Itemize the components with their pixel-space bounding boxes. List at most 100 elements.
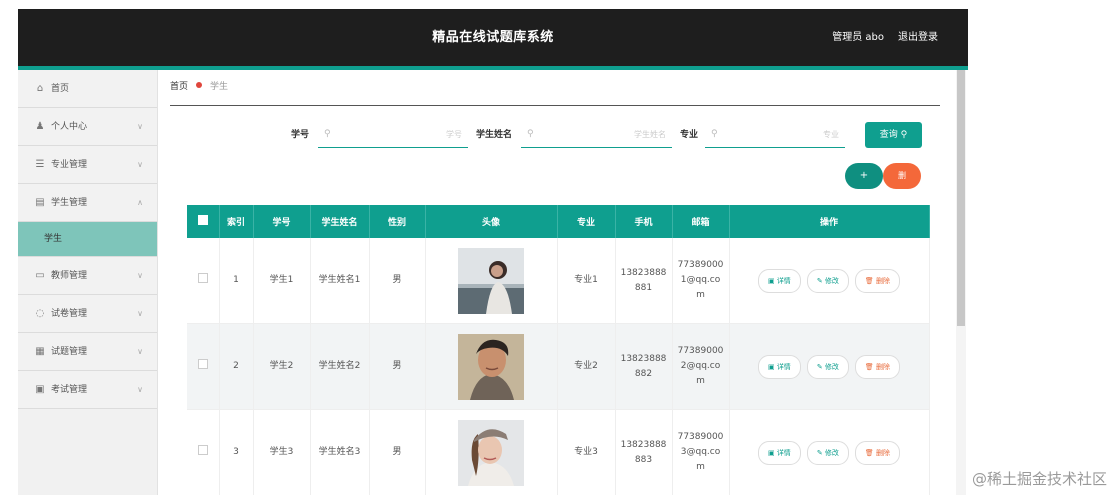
column-header: 邮箱 <box>672 205 730 238</box>
user-icon: ♟ <box>35 121 45 132</box>
delete-button[interactable]: 🗑 删除 <box>854 440 901 465</box>
add-button[interactable]: + <box>845 163 883 189</box>
select-all-header[interactable] <box>187 205 220 238</box>
sidebar-item-question-management[interactable]: ▦ 试题管理 ∨ <box>18 333 157 371</box>
cell-phone: 13823888 881 <box>615 238 673 324</box>
major-search-input[interactable]: ⚲ 专业 <box>705 122 845 148</box>
app-title: 精品在线试题库系统 <box>432 30 554 45</box>
chevron-down-icon: ∨ <box>137 309 143 318</box>
detail-button[interactable]: ▣ 详情 <box>757 268 801 293</box>
delete-button[interactable]: 🗑 删除 <box>854 268 901 293</box>
sidebar-item-personal-center[interactable]: ♟ 个人中心 ∨ <box>18 108 157 146</box>
scrollbar-thumb[interactable] <box>957 70 965 326</box>
vertical-scrollbar[interactable] <box>956 70 966 495</box>
delete-button-label: 删除 <box>876 276 891 285</box>
cell-index: 2 <box>219 323 254 410</box>
detail-button-label: 详情 <box>776 448 791 457</box>
row-checkbox[interactable] <box>197 272 208 283</box>
row-select-cell <box>187 323 220 410</box>
delete-button[interactable]: 🗑 删除 <box>854 354 901 379</box>
cell-actions: ▣ 详情 ✎ 修改 🗑 删除 <box>729 238 930 324</box>
row-checkbox[interactable] <box>197 358 208 369</box>
sidebar-item-home[interactable]: ⌂ 首页 <box>18 70 157 108</box>
table-icon: ▦ <box>35 346 45 357</box>
detail-button[interactable]: ▣ 详情 <box>757 440 801 465</box>
phone-line: 13823888 <box>620 439 667 450</box>
avatar <box>458 333 524 400</box>
main-content: 首页 学生 学号 ⚲ 学号 学生姓名 ⚲ 学生姓名 专业 ⚲ 专业 查询 ⚲ + … <box>158 70 958 495</box>
sidebar: ⌂ 首页 ♟ 个人中心 ∨ ☰ 专业管理 ∨ ▤ 学生管理 ∧ 学生 ▭ 教师管理 ∨ ◌… <box>18 70 158 495</box>
detail-button[interactable]: ▣ 详情 <box>757 354 801 379</box>
sidebar-item-label: 试卷管理 <box>51 309 88 319</box>
query-button-label: 查询 <box>879 130 898 140</box>
table-row: 2 学生2 学生姓名2 男 专业2 13823888 882 77389000 … <box>187 323 930 410</box>
search-label-student-name: 学生姓名 <box>476 130 513 140</box>
cell-email: 77389000 2@qq.co m <box>672 323 730 410</box>
avatar <box>458 419 524 486</box>
cell-email: 77389000 3@qq.co m <box>672 409 730 495</box>
cell-actions: ▣ 详情 ✎ 修改 🗑 删除 <box>729 323 930 410</box>
id-card-icon: ▭ <box>35 270 45 281</box>
cell-major: 专业3 <box>557 409 616 495</box>
email-line: m <box>696 290 705 300</box>
input-placeholder: 学生姓名 <box>634 130 666 139</box>
search-icon: ⚲ <box>527 129 534 139</box>
column-header: 手机 <box>615 205 673 238</box>
document-icon: ▣ <box>35 384 45 395</box>
query-button[interactable]: 查询 ⚲ <box>865 122 922 148</box>
sidebar-subitem-student[interactable]: 学生 <box>18 222 157 257</box>
sidebar-item-exam-management[interactable]: ▣ 考试管理 ∨ <box>18 371 157 409</box>
chevron-down-icon: ∨ <box>137 160 143 169</box>
input-placeholder: 学号 <box>446 130 462 139</box>
edit-button-label: 修改 <box>824 448 839 457</box>
sidebar-item-major-management[interactable]: ☰ 专业管理 ∨ <box>18 146 157 184</box>
sidebar-item-label: 首页 <box>51 84 70 94</box>
sidebar-item-teacher-management[interactable]: ▭ 教师管理 ∨ <box>18 257 157 295</box>
cell-gender: 男 <box>369 409 426 495</box>
row-checkbox[interactable] <box>197 444 208 455</box>
column-header: 操作 <box>729 205 930 238</box>
cell-avatar <box>425 323 558 410</box>
sidebar-item-paper-management[interactable]: ◌ 试卷管理 ∨ <box>18 295 157 333</box>
sidebar-item-student-management[interactable]: ▤ 学生管理 ∧ <box>18 184 157 222</box>
cell-student-name: 学生姓名2 <box>310 323 370 410</box>
breadcrumb-home[interactable]: 首页 <box>170 82 188 92</box>
select-all-checkbox[interactable] <box>197 215 208 225</box>
cell-avatar <box>425 238 558 324</box>
email-line: 1@qq.co <box>680 275 721 285</box>
cell-student-id: 学生1 <box>253 238 311 324</box>
student-id-search-input[interactable]: ⚲ 学号 <box>318 122 468 148</box>
edit-button[interactable]: ✎ 修改 <box>806 354 849 379</box>
email-line: 77389000 <box>677 432 724 442</box>
delete-button-label: 删除 <box>876 448 891 457</box>
delete-button-label: 删除 <box>876 362 891 371</box>
phone-line: 883 <box>634 454 653 465</box>
chevron-down-icon: ∨ <box>137 347 143 356</box>
student-name-search-input[interactable]: ⚲ 学生姓名 <box>521 122 672 148</box>
edit-button-label: 修改 <box>824 276 839 285</box>
cell-major: 专业2 <box>557 323 616 410</box>
cell-major: 专业1 <box>557 238 616 324</box>
breadcrumb-current: 学生 <box>210 82 229 92</box>
cell-student-name: 学生姓名3 <box>310 409 370 495</box>
chevron-down-icon: ∨ <box>137 385 143 394</box>
sidebar-item-label: 专业管理 <box>51 160 88 170</box>
edit-button[interactable]: ✎ 修改 <box>806 440 849 465</box>
column-header: 学号 <box>253 205 311 238</box>
phone-line: 13823888 <box>620 267 667 278</box>
email-line: m <box>696 376 705 386</box>
cell-student-name: 学生姓名1 <box>310 238 370 324</box>
cell-gender: 男 <box>369 323 426 410</box>
student-table: 索引 学号 学生姓名 性别 头像 专业 手机 邮箱 操作 1 学生1 学生姓名1 <box>187 205 930 495</box>
column-header: 学生姓名 <box>310 205 370 238</box>
column-header: 头像 <box>425 205 558 238</box>
batch-delete-button[interactable]: 删 <box>883 163 921 189</box>
admin-label: 管理员 abo <box>832 32 884 43</box>
phone-line: 13823888 <box>620 353 667 364</box>
phone-line: 882 <box>634 368 653 379</box>
edit-button[interactable]: ✎ 修改 <box>806 268 849 293</box>
input-placeholder: 专业 <box>823 130 839 139</box>
detail-button-label: 详情 <box>776 362 791 371</box>
email-line: m <box>696 462 705 472</box>
logout-link[interactable]: 退出登录 <box>898 9 938 66</box>
